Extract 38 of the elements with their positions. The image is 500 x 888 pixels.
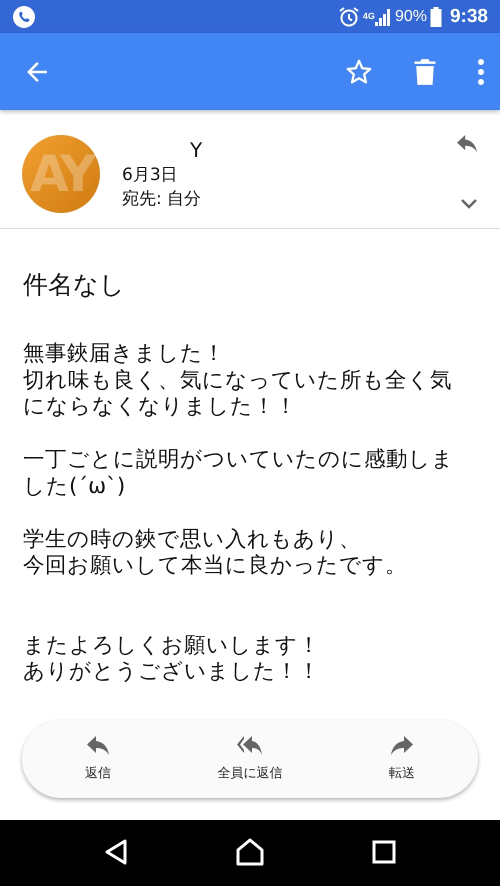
message-line: 無事鋏届きました！ bbox=[23, 341, 226, 368]
battery-icon bbox=[430, 6, 442, 26]
battery-label: 90% bbox=[394, 8, 427, 26]
delete-button[interactable] bbox=[412, 58, 438, 86]
action-button[interactable]: 転送 bbox=[326, 720, 478, 798]
signal-icon bbox=[374, 8, 392, 26]
home-icon bbox=[236, 838, 264, 866]
back-triangle-icon bbox=[104, 838, 128, 864]
message-line: 切れ味も良く、気になっていた所も全く気にならなくなりました！！ bbox=[23, 368, 453, 420]
sender-name: Y bbox=[189, 137, 204, 163]
message-line: 一丁ごとに説明がついていたのに感動しました(´ω`) bbox=[23, 447, 455, 500]
message-line: 今回お願いして本当に良かったです。 bbox=[23, 553, 408, 580]
star-icon bbox=[344, 56, 374, 86]
more-menu-icon bbox=[476, 58, 486, 86]
recents-nav-button[interactable] bbox=[372, 840, 396, 866]
alarm-icon bbox=[338, 6, 360, 28]
reply-icon bbox=[85, 736, 111, 756]
back-nav-button[interactable] bbox=[104, 838, 128, 868]
trash-icon bbox=[412, 58, 438, 86]
menu-button[interactable] bbox=[476, 58, 486, 86]
star-button[interactable] bbox=[344, 56, 374, 86]
phone-icon bbox=[13, 6, 35, 28]
action-button[interactable]: 全員に返信 bbox=[174, 720, 326, 798]
square-icon bbox=[372, 840, 396, 864]
message-line: またよろしくお願いします！ bbox=[23, 632, 321, 659]
network-label: 4G bbox=[362, 10, 375, 20]
action-button[interactable]: 返信 bbox=[22, 720, 174, 798]
mail-date: 6月3日 bbox=[122, 164, 179, 187]
message-line: 学生の時の鋏で思い入れもあり、 bbox=[23, 526, 362, 553]
forward-icon bbox=[389, 736, 415, 756]
clock-time: 9:38 bbox=[450, 6, 488, 28]
sender-avatar: AY bbox=[22, 135, 100, 213]
home-nav-button[interactable] bbox=[236, 838, 264, 868]
reply-icon bbox=[456, 135, 478, 153]
message-line: ありがとうございました！！ bbox=[23, 659, 321, 686]
chevron-down-icon bbox=[460, 198, 478, 210]
mail-subject: 件名なし bbox=[22, 269, 126, 301]
recipient-label: 宛先: 自分 bbox=[122, 188, 202, 211]
